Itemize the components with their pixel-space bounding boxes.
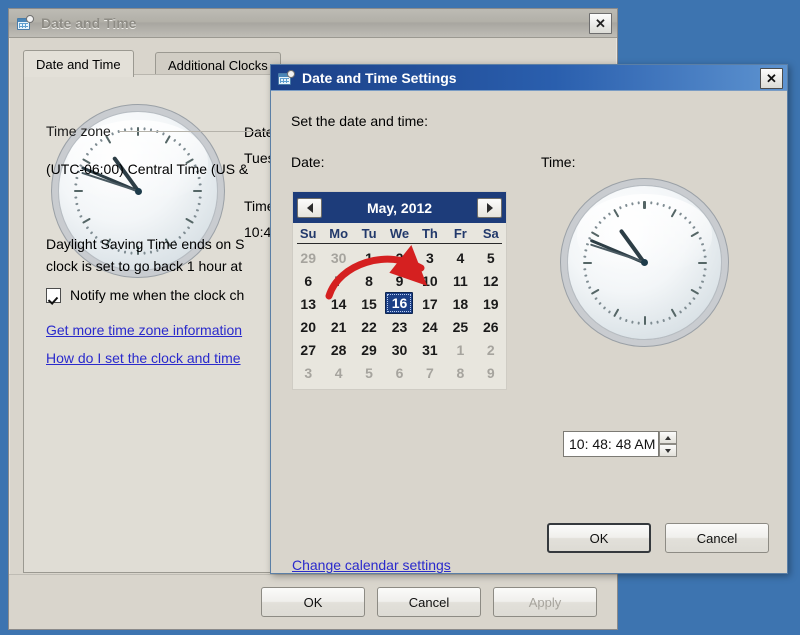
calendar-day[interactable]: 19 xyxy=(476,292,506,315)
dialog-titlebar: Date and Time Settings ✕ xyxy=(271,65,787,91)
calendar-day[interactable]: 29 xyxy=(354,338,384,361)
time-input[interactable]: 10: 48: 48 AM xyxy=(563,431,659,457)
background-window-button-bar: OK Cancel Apply xyxy=(9,574,617,629)
calendar-day[interactable]: 14 xyxy=(323,292,353,315)
calendar-day[interactable]: 30 xyxy=(384,338,414,361)
background-cancel-button[interactable]: Cancel xyxy=(377,587,481,617)
calendar-day[interactable]: 6 xyxy=(384,361,414,384)
calendar-control[interactable]: May, 2012 Su Mo Tu We Th Fr Sa 29 30 1 2 3 4 5 6 7 8 9 10… xyxy=(292,191,507,390)
calendar-day[interactable]: 23 xyxy=(384,315,414,338)
date-section-label: Date: xyxy=(291,154,325,170)
calendar-day[interactable]: 26 xyxy=(476,315,506,338)
clock-center-pin xyxy=(641,259,648,266)
calendar-day[interactable]: 5 xyxy=(354,361,384,384)
calendar-day[interactable]: 5 xyxy=(476,246,506,269)
calendar-day[interactable]: 20 xyxy=(293,315,323,338)
calendar-day[interactable]: 24 xyxy=(415,315,445,338)
calendar-day[interactable]: 30 xyxy=(323,246,353,269)
calendar-day[interactable]: 4 xyxy=(445,246,475,269)
how-do-i-set-clock-link[interactable]: How do I set the clock and time xyxy=(46,350,241,366)
notify-clock-change-label: Notify me when the clock ch xyxy=(70,287,245,303)
calendar-header: May, 2012 xyxy=(293,192,506,223)
tab-date-and-time[interactable]: Date and Time xyxy=(23,50,134,77)
calendar-day[interactable]: 7 xyxy=(415,361,445,384)
calendar-day[interactable]: 9 xyxy=(384,269,414,292)
calendar-day[interactable]: 1 xyxy=(354,246,384,269)
calendar-dow-we: We xyxy=(389,226,410,241)
dialog-title: Date and Time Settings xyxy=(302,69,457,86)
calendar-day[interactable]: 28 xyxy=(323,338,353,361)
dialog-close-button[interactable]: ✕ xyxy=(760,68,783,89)
time-section-label: Time: xyxy=(541,154,576,170)
time-spinner[interactable] xyxy=(659,431,677,457)
timezone-value: (UTC-06:00) Central Time (US & xyxy=(46,161,249,177)
tab-additional-clocks-label: Additional Clocks xyxy=(168,57,268,73)
calendar-day[interactable]: 18 xyxy=(445,292,475,315)
calendar-month-title[interactable]: May, 2012 xyxy=(367,200,432,216)
calendar-day[interactable]: 3 xyxy=(293,361,323,384)
calendar-dow-sa: Sa xyxy=(482,226,499,241)
calendar-day[interactable]: 7 xyxy=(323,269,353,292)
dialog-button-bar: OK Cancel xyxy=(547,523,769,553)
tab-date-and-time-label: Date and Time xyxy=(36,56,121,72)
calendar-day[interactable]: 4 xyxy=(323,361,353,384)
calendar-day[interactable]: 6 xyxy=(293,269,323,292)
background-window-title: Date and Time xyxy=(41,15,137,31)
calendar-day[interactable]: 8 xyxy=(354,269,384,292)
background-ok-button[interactable]: OK xyxy=(261,587,365,617)
time-spinner-down-button[interactable] xyxy=(659,444,677,457)
clock-center-pin xyxy=(134,187,142,195)
dialog-heading: Set the date and time: xyxy=(291,113,428,129)
calendar-day[interactable]: 2 xyxy=(384,246,414,269)
change-calendar-settings-link[interactable]: Change calendar settings xyxy=(292,557,451,573)
calendar-day[interactable]: 27 xyxy=(293,338,323,361)
calendar-day[interactable]: 25 xyxy=(445,315,475,338)
calendar-day-grid[interactable]: 29 30 1 2 3 4 5 6 7 8 9 10 11 12 13 14 15 16 17 18 19 20 21 22 2… xyxy=(293,244,506,389)
background-window-titlebar: Date and Time ✕ xyxy=(9,9,617,38)
calendar-day[interactable]: 21 xyxy=(323,315,353,338)
notify-clock-change-checkbox[interactable] xyxy=(46,287,61,303)
calendar-clock-icon xyxy=(17,15,34,31)
calendar-day[interactable]: 15 xyxy=(354,292,384,315)
calendar-day[interactable]: 13 xyxy=(293,292,323,315)
calendar-day[interactable]: 29 xyxy=(293,246,323,269)
calendar-dow-fr: Fr xyxy=(453,226,467,241)
time-spinner-up-button[interactable] xyxy=(659,431,677,444)
calendar-day[interactable]: 8 xyxy=(445,361,475,384)
calendar-day-selected[interactable]: 16 xyxy=(385,292,414,314)
calendar-day[interactable]: 17 xyxy=(415,292,445,315)
dialog-ok-button[interactable]: OK xyxy=(547,523,651,553)
dialog-cancel-button[interactable]: Cancel xyxy=(665,523,769,553)
background-apply-button: Apply xyxy=(493,587,597,617)
calendar-dow-tu: Tu xyxy=(361,226,377,241)
calendar-day[interactable]: 22 xyxy=(354,315,384,338)
calendar-dow-th: Th xyxy=(421,226,438,241)
calendar-day[interactable]: 1 xyxy=(445,338,475,361)
calendar-day[interactable]: 31 xyxy=(415,338,445,361)
dialog-analog-clock xyxy=(567,185,722,340)
calendar-dow-su: Su xyxy=(299,226,317,241)
timezone-group-label: Time zone xyxy=(46,123,111,139)
get-time-zone-information-link[interactable]: Get more time zone information xyxy=(46,322,242,338)
calendar-day[interactable]: 2 xyxy=(476,338,506,361)
calendar-day[interactable]: 9 xyxy=(476,361,506,384)
calendar-dow-mo: Mo xyxy=(329,226,349,241)
calendar-previous-month-button[interactable] xyxy=(297,197,322,218)
calendar-day[interactable]: 12 xyxy=(476,269,506,292)
calendar-day[interactable]: 10 xyxy=(415,269,445,292)
date-and-time-settings-dialog: Date and Time Settings ✕ Set the date an… xyxy=(270,64,788,574)
calendar-day[interactable]: 11 xyxy=(445,269,475,292)
calendar-next-month-button[interactable] xyxy=(477,197,502,218)
calendar-clock-icon xyxy=(278,69,295,86)
background-window-close-button[interactable]: ✕ xyxy=(589,13,612,34)
calendar-day[interactable]: 3 xyxy=(415,246,445,269)
notify-clock-change-row[interactable]: Notify me when the clock ch xyxy=(46,287,244,303)
calendar-day-headers: Su Mo Tu We Th Fr Sa xyxy=(293,223,506,243)
